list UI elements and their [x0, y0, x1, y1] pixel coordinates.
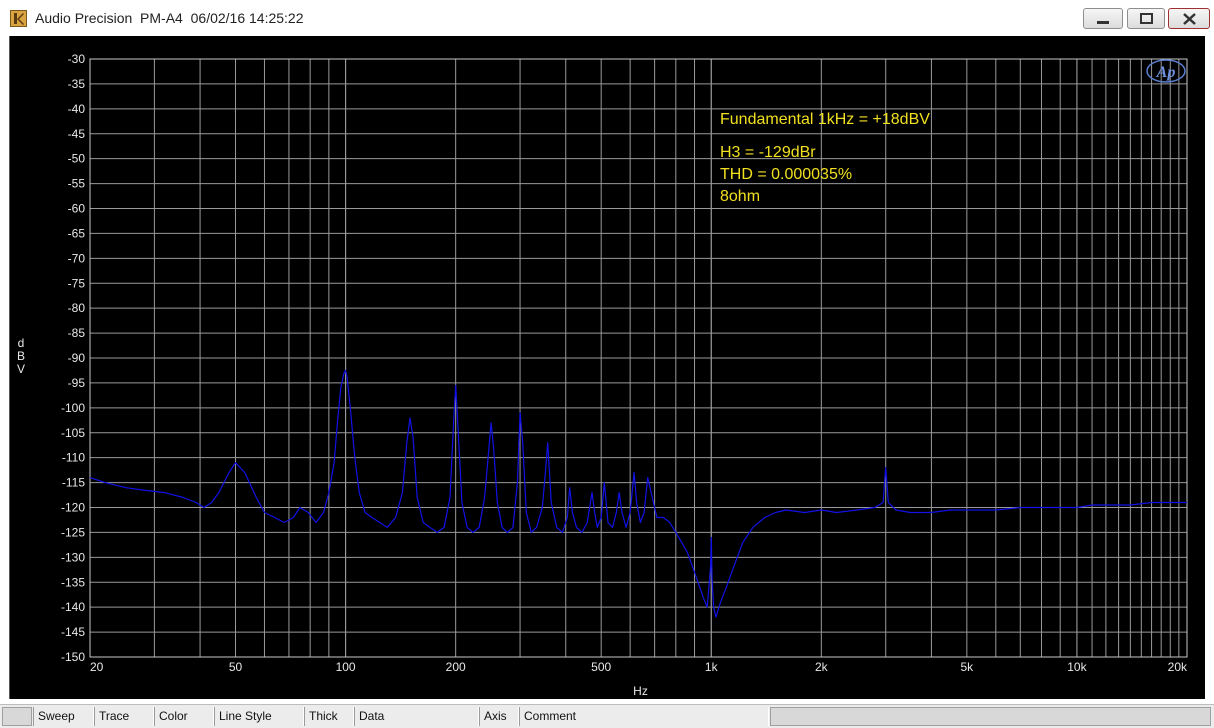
y-tick-label: -65 — [68, 226, 86, 240]
statusbar-data[interactable]: Data — [354, 707, 479, 726]
annotation-text: THD = 0.000035% — [720, 166, 852, 183]
statusbar-thick[interactable]: Thick — [304, 707, 354, 726]
y-tick-label: -95 — [68, 376, 86, 390]
statusbar-comment[interactable]: Comment — [519, 707, 769, 726]
y-tick-label: -100 — [61, 401, 85, 415]
y-axis-label-char: V — [17, 362, 25, 376]
statusbar-trace[interactable]: Trace — [94, 707, 154, 726]
fft-chart: -30 -35 -40 -45 -50 -55 -60 -65 -70 -75 -80 -85 -90 -… — [17, 52, 1188, 698]
y-axis-label-char: d — [18, 336, 25, 350]
y-tick-label: -125 — [61, 525, 85, 539]
y-tick-label: -115 — [62, 476, 85, 490]
x-tick-label: 20 — [90, 660, 104, 674]
x-tick-label: 10k — [1067, 660, 1087, 674]
y-tick-label: -40 — [68, 102, 86, 116]
ap-logo-text: Ap — [1156, 64, 1176, 81]
y-tick-label: -80 — [68, 301, 86, 315]
x-tick-label: 50 — [229, 660, 243, 674]
y-tick-label: -75 — [68, 276, 86, 290]
y-tick-label: -60 — [68, 202, 86, 216]
x-tick-label: 100 — [336, 660, 356, 674]
y-tick-label: -135 — [61, 575, 85, 589]
y-tick-label: -120 — [61, 501, 85, 515]
x-tick-label: 200 — [446, 660, 466, 674]
annotation-text: Fundamental 1kHz = +18dBV — [720, 111, 930, 128]
x-tick-label: 500 — [591, 660, 611, 674]
y-tick-label: -55 — [68, 177, 86, 191]
y-tick-label: -85 — [68, 326, 86, 340]
annotation-text: H3 = -129dBr — [720, 144, 816, 161]
y-tick-label: -70 — [68, 251, 86, 265]
y-tick-label: -110 — [62, 451, 85, 465]
x-tick-label: 20k — [1168, 660, 1188, 674]
statusbar-color[interactable]: Color — [154, 707, 214, 726]
status-bar: Sweep Trace Color Line Style Thick Data … — [0, 704, 1214, 728]
y-tick-label: -140 — [61, 600, 85, 614]
x-tick-label: 2k — [815, 660, 829, 674]
y-tick-label: -145 — [61, 625, 85, 639]
y-tick-label: -45 — [68, 127, 86, 141]
y-tick-label: -150 — [61, 650, 85, 664]
y-tick-label: -50 — [68, 152, 86, 166]
y-axis-label-char: B — [17, 349, 25, 363]
x-tick-label: 5k — [961, 660, 975, 674]
y-tick-label: -105 — [61, 426, 85, 440]
x-axis-label: Hz — [633, 684, 648, 698]
y-tick-label: -30 — [68, 52, 86, 66]
statusbar-sweep[interactable]: Sweep — [33, 707, 94, 726]
annotation-text: 8ohm — [720, 188, 760, 205]
statusbar-fill — [770, 707, 1211, 726]
statusbar-line-style[interactable]: Line Style — [214, 707, 304, 726]
statusbar-axis[interactable]: Axis — [479, 707, 519, 726]
x-tick-label: 1k — [705, 660, 719, 674]
y-tick-label: -35 — [68, 77, 86, 91]
statusbar-spacer — [2, 707, 32, 726]
y-tick-label: -90 — [68, 351, 86, 365]
y-tick-label: -130 — [61, 550, 85, 564]
